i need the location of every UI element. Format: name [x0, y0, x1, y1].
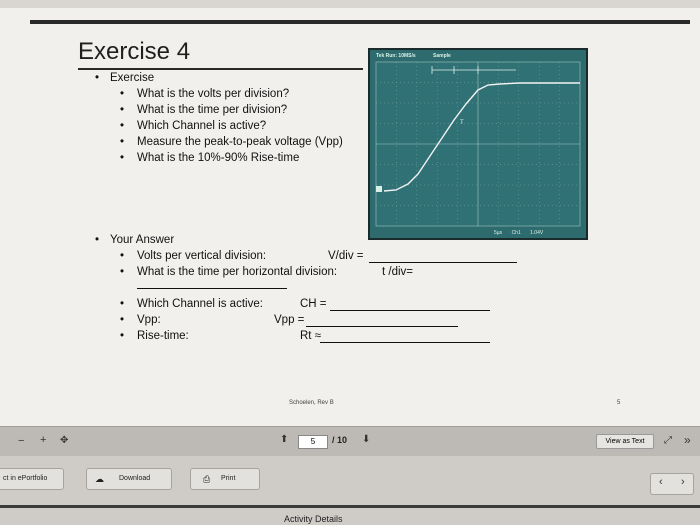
vpp-unit: Vpp =: [274, 314, 305, 326]
slide-footer: Schoelen, Rev B: [289, 400, 334, 406]
volts-answer-line[interactable]: [369, 262, 517, 263]
print-icon: ⎙: [203, 474, 211, 484]
view-as-text-button[interactable]: View as Text: [596, 434, 654, 449]
channel-answer-line[interactable]: [330, 310, 490, 311]
nav-button-group: ‹ ›: [650, 473, 694, 495]
bottom-action-bar: ct in ePortfolio ☁ Download ⎙ Print ‹ › …: [0, 456, 700, 525]
slide-page: Exercise 4 Exercise What is the volts pe…: [0, 8, 700, 426]
viewer-toolbar: − + ✥ ⬆ 5 / 10 ⬇ View as Text ⤢ »: [0, 426, 700, 456]
next-item-button[interactable]: ›: [681, 476, 685, 488]
rise-unit: Rt ≈: [300, 330, 322, 342]
bottom-divider: [0, 505, 700, 508]
rise-answer-line[interactable]: [320, 342, 490, 343]
zoom-out-button[interactable]: −: [18, 435, 24, 447]
eportfolio-label: ct in ePortfolio: [3, 475, 48, 482]
exercise-item: Measure the peak-to-peak voltage (Vpp): [92, 134, 382, 150]
prev-item-button[interactable]: ‹: [659, 476, 663, 488]
scope-trigger-level: 1.04V: [530, 230, 544, 236]
download-label: Download: [119, 475, 151, 482]
activity-details-heading[interactable]: Activity Details: [284, 514, 343, 524]
svg-text:T: T: [460, 120, 464, 126]
next-page-icon[interactable]: ⬇: [362, 434, 370, 445]
scope-run-status: Tek Run: 10MS/s: [376, 53, 416, 59]
rise-label: Rise-time:: [117, 328, 189, 344]
scope-header: Tek Run: 10MS/s Sample: [370, 50, 586, 62]
exercise-item: What is the 10%-90% Rise-time: [92, 150, 382, 166]
answer-section: Your Answer Volts per vertical division:…: [92, 232, 532, 344]
fit-page-icon[interactable]: ✥: [60, 435, 68, 446]
print-button[interactable]: ⎙ Print: [190, 468, 260, 490]
time-unit: t /div=: [382, 266, 414, 278]
page-total: / 10: [332, 435, 348, 445]
zoom-in-button[interactable]: +: [40, 434, 46, 446]
time-label: What is the time per horizontal division…: [117, 264, 337, 280]
scope-graticule: T: [375, 61, 581, 227]
vpp-label: Vpp:: [117, 312, 161, 328]
exercise-list: Exercise What is the volts per division?…: [92, 70, 382, 166]
exercise-item: What is the volts per division?: [92, 86, 382, 102]
channel-unit: CH =: [300, 298, 327, 310]
exercise-item: What is the time per division?: [92, 102, 382, 118]
volts-unit: V/div =: [328, 250, 364, 262]
vpp-answer-line[interactable]: [306, 326, 458, 327]
exercise-item: Which Channel is active?: [92, 118, 382, 134]
page-number-input[interactable]: 5: [298, 435, 328, 449]
download-icon: ☁: [95, 474, 104, 484]
answer-heading: Your Answer: [92, 232, 532, 248]
slide-page-number: 5: [617, 400, 621, 406]
time-answer-line[interactable]: [137, 288, 287, 289]
oscilloscope-screenshot: T Tek Run: 10MS/s Sample 5µs Ch1 1.04V: [368, 48, 588, 240]
download-button[interactable]: ☁ Download: [86, 468, 172, 490]
slide-title: Exercise 4: [78, 38, 191, 65]
channel-label: Which Channel is active:: [117, 296, 263, 312]
volts-label: Volts per vertical division:: [117, 248, 266, 264]
prev-page-icon[interactable]: ⬆: [280, 434, 288, 445]
add-to-eportfolio-button[interactable]: ct in ePortfolio: [0, 468, 64, 490]
exercise-heading: Exercise: [92, 70, 382, 86]
print-label: Print: [221, 475, 236, 482]
fullscreen-icon[interactable]: ⤢: [664, 435, 672, 446]
slide-top-border: [30, 20, 690, 24]
more-icon[interactable]: »: [684, 433, 691, 447]
scope-acq-mode: Sample: [433, 53, 451, 59]
